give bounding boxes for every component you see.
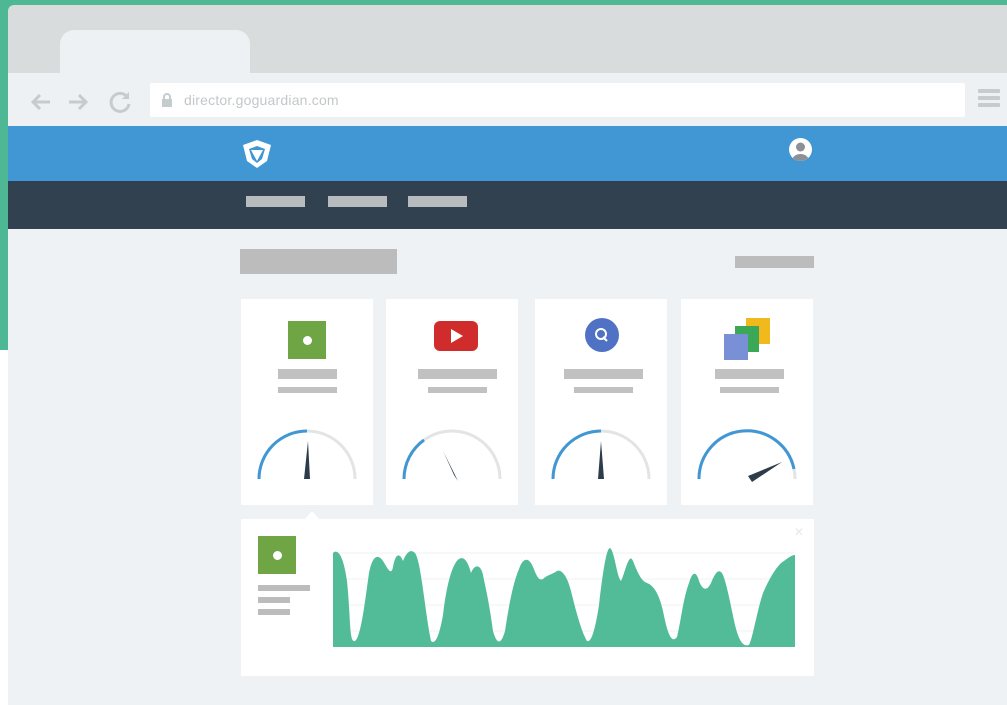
- reload-icon[interactable]: [107, 89, 133, 115]
- page-title-placeholder: [240, 249, 397, 274]
- dashboard-content: ✕: [8, 229, 1007, 705]
- subnav-item-1[interactable]: [246, 196, 305, 207]
- panel-pointer: [304, 511, 320, 520]
- activity-area: [333, 548, 795, 647]
- close-icon[interactable]: ✕: [794, 525, 804, 539]
- lock-icon: [160, 93, 174, 107]
- app-subnav: [8, 181, 1007, 229]
- address-bar[interactable]: director.goguardian.com: [150, 83, 965, 117]
- card-subtitle-placeholder: [720, 387, 779, 393]
- green-square-app-icon: [258, 536, 296, 574]
- url-text: director.goguardian.com: [184, 92, 339, 108]
- app-card-2[interactable]: [386, 299, 518, 505]
- detail-line-placeholder: [258, 585, 310, 591]
- detail-line-placeholder: [258, 609, 290, 615]
- app-detail-panel: ✕: [241, 511, 814, 676]
- goguardian-shield-icon[interactable]: [240, 137, 274, 171]
- card-title-placeholder: [418, 369, 497, 379]
- activity-area-chart: [333, 548, 795, 647]
- forward-arrow-icon[interactable]: [65, 89, 91, 115]
- usage-gauge: [551, 429, 651, 480]
- card-subtitle-placeholder: [278, 387, 337, 393]
- app-card-1[interactable]: [241, 299, 373, 505]
- card-title-placeholder: [564, 369, 643, 379]
- browser-window: director.goguardian.com ✕: [8, 5, 1007, 705]
- card-title-placeholder: [715, 369, 784, 379]
- usage-gauge: [697, 429, 797, 482]
- usage-gauge: [257, 429, 357, 480]
- card-subtitle-placeholder: [574, 387, 633, 393]
- quizlet-icon: [585, 318, 619, 352]
- app-card-3[interactable]: [535, 299, 667, 505]
- app-card-4[interactable]: [681, 299, 813, 505]
- youtube-icon: [434, 321, 478, 351]
- detail-line-placeholder: [258, 597, 290, 603]
- app-header: [8, 126, 1007, 181]
- subnav-item-3[interactable]: [408, 196, 467, 207]
- card-subtitle-placeholder: [428, 387, 487, 393]
- google-docs-stack-icon: [724, 318, 770, 360]
- back-arrow-icon[interactable]: [28, 89, 54, 115]
- usage-gauge: [402, 429, 502, 481]
- subnav-item-2[interactable]: [328, 196, 387, 207]
- user-avatar-icon[interactable]: [789, 138, 812, 161]
- green-square-app-icon: [288, 321, 326, 359]
- hamburger-menu-icon[interactable]: [978, 89, 1000, 111]
- card-title-placeholder: [278, 369, 337, 379]
- action-link-placeholder[interactable]: [735, 256, 814, 268]
